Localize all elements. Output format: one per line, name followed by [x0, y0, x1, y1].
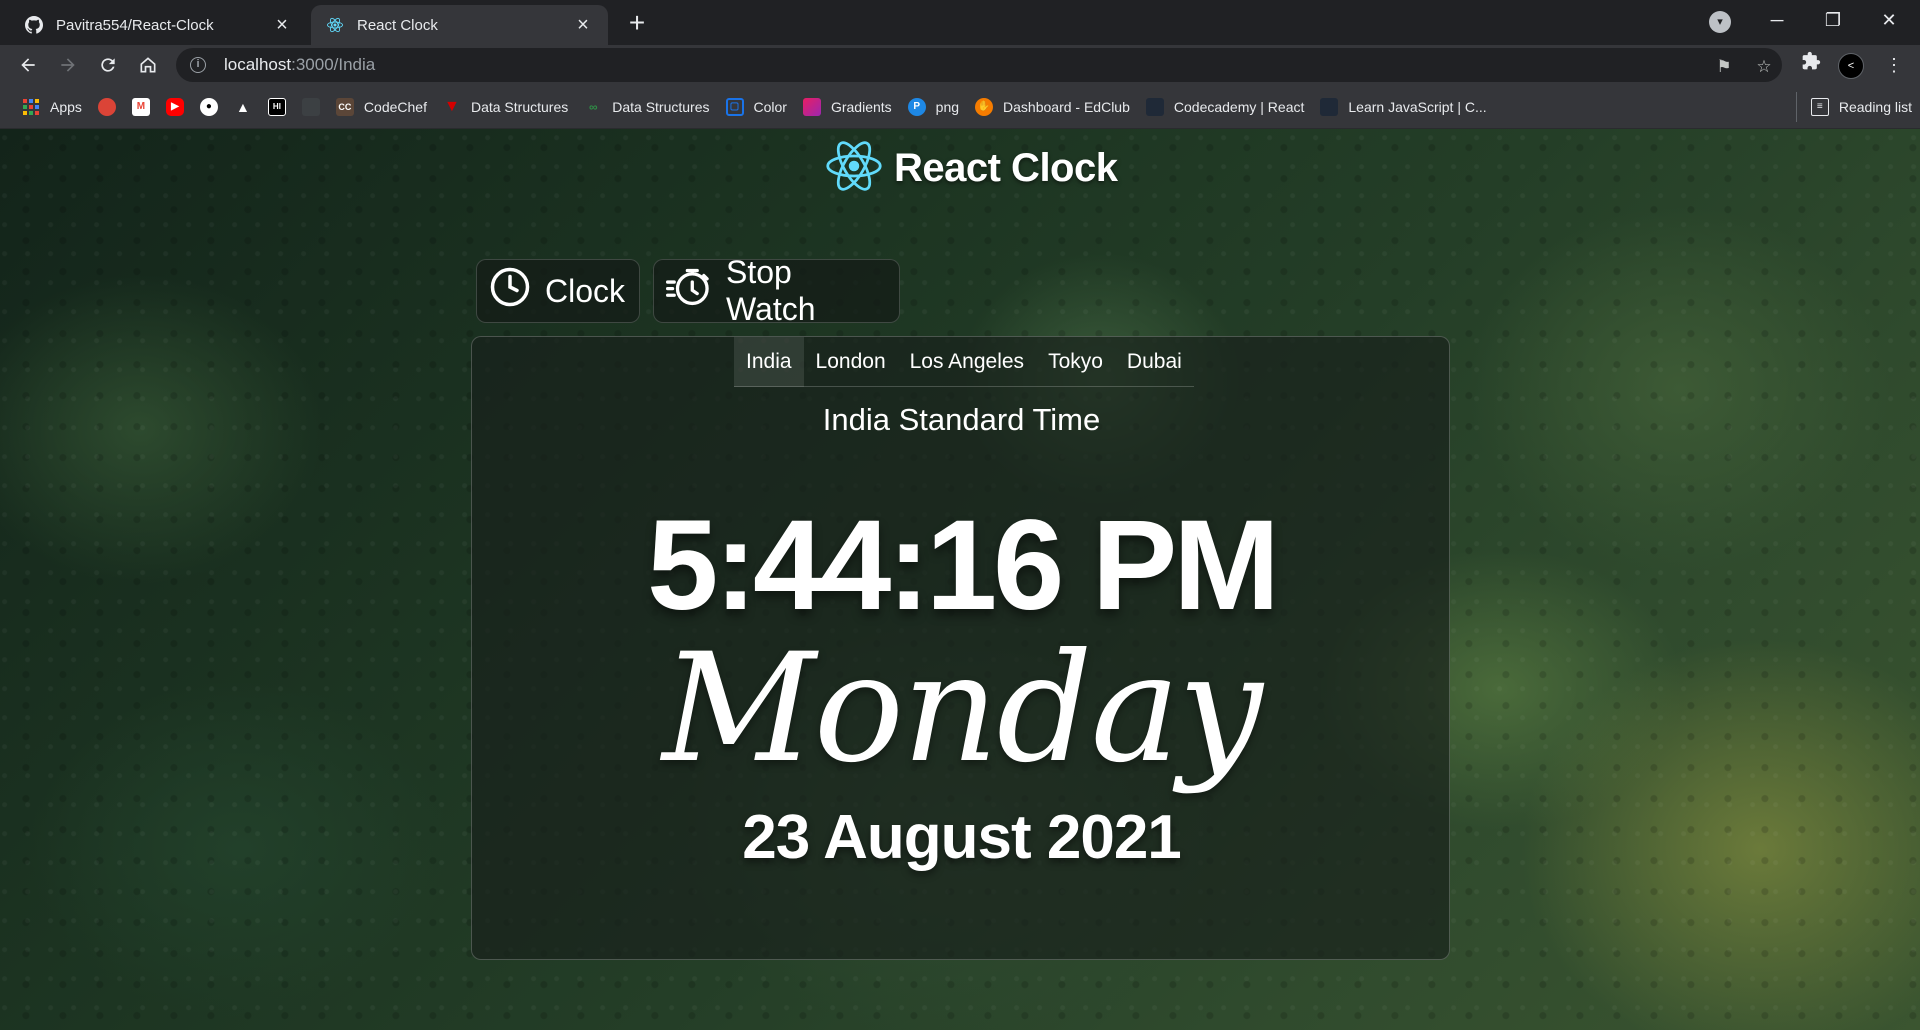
bookmark-label: Learn JavaScript | C... — [1348, 98, 1487, 115]
data-structures-red-icon: ▼ — [444, 97, 460, 115]
chrome-app-icon — [97, 97, 116, 116]
gmail-icon: M — [131, 97, 150, 116]
tab-london[interactable]: London — [804, 337, 898, 387]
url-path: :3000/India — [291, 55, 376, 74]
close-tab-icon[interactable]: × — [271, 14, 293, 36]
bookmark-label: Data Structures — [612, 98, 710, 115]
bookmark-gmail[interactable]: M — [124, 92, 158, 122]
forward-icon[interactable] — [52, 49, 84, 81]
tab-search-icon[interactable]: ▾ — [1709, 11, 1731, 33]
new-tab-button[interactable]: + — [622, 9, 652, 39]
stopwatch-mode-label: Stop Watch — [726, 254, 816, 327]
close-window-icon[interactable]: ✕ — [1861, 0, 1917, 40]
close-tab-icon[interactable]: × — [572, 14, 594, 36]
browser-menu-icon[interactable]: ⋮ — [1880, 51, 1908, 79]
bookmark-youtube[interactable]: ▶ — [158, 92, 192, 122]
bookmark-apps[interactable]: Apps — [14, 92, 90, 122]
react-icon — [325, 15, 345, 35]
github-icon — [24, 15, 44, 35]
address-bar[interactable]: i localhost:3000/India ⚑ ☆ — [176, 48, 1782, 82]
bookmark-star-icon[interactable]: ☆ — [1753, 56, 1775, 78]
app-header: React Clock — [824, 136, 1118, 201]
app-title: React Clock — [894, 145, 1118, 190]
current-date: 23 August 2021 — [742, 803, 1182, 872]
extensions-icon[interactable] — [1797, 51, 1825, 79]
home-icon[interactable] — [132, 49, 164, 81]
data-structures-green-icon: ∞ — [588, 99, 598, 114]
bookmark-blank[interactable] — [294, 92, 328, 122]
bookmark-png[interactable]: P png — [900, 92, 967, 122]
tab-title: React Clock — [357, 16, 438, 34]
restore-icon[interactable]: ❐ — [1805, 0, 1861, 40]
hackerrank-icon: HI — [267, 97, 286, 116]
bookmark-hackerrank[interactable]: HI — [260, 92, 294, 122]
current-day: Monday — [662, 622, 1263, 796]
bookmark-codecademy-react[interactable]: Codecademy | React — [1138, 92, 1312, 122]
back-icon[interactable] — [12, 49, 44, 81]
github-icon: ● — [199, 97, 218, 116]
color-icon: ▢ — [725, 97, 744, 116]
reload-icon[interactable] — [92, 49, 124, 81]
site-info-icon[interactable]: i — [190, 57, 206, 73]
bookmark-label: Gradients — [830, 98, 892, 115]
browser-tab-github[interactable]: Pavitra554/React-Clock × — [10, 5, 307, 45]
bookmark-label: Color — [753, 98, 787, 115]
codecademy-icon — [1145, 97, 1164, 116]
browser-tab-strip: Pavitra554/React-Clock × React Clock × +… — [0, 0, 1920, 45]
codecademy-icon — [1320, 97, 1339, 116]
bookmark-label: Data Structures — [470, 98, 569, 115]
clock-mode-button[interactable]: Clock — [476, 259, 640, 323]
react-logo-icon — [824, 136, 884, 201]
translate-icon[interactable]: ⚑ — [1713, 56, 1735, 78]
tab-tokyo[interactable]: Tokyo — [1036, 337, 1115, 387]
minimize-icon[interactable]: ─ — [1749, 0, 1805, 40]
reading-list-icon: ≡ — [1810, 97, 1829, 116]
bookmark-learn-javascript[interactable]: Learn JavaScript | C... — [1312, 92, 1494, 122]
bookmark-color[interactable]: ▢ Color — [718, 92, 795, 122]
bookmark-label: png — [935, 98, 960, 115]
clock-icon — [489, 266, 531, 316]
png-icon: P — [907, 97, 926, 116]
bookmark-github[interactable]: ● — [192, 92, 226, 122]
page-viewport: React Clock Clock Stop Watch India Londo… — [0, 129, 1920, 1030]
bookmarks-bar: Apps M ▶ ● ▲ HI CC CodeChef ▼ Data Struc… — [0, 85, 1920, 129]
bookmark-label: Dashboard - EdClub — [1003, 98, 1130, 115]
browser-tab-react-clock[interactable]: React Clock × — [311, 5, 608, 45]
url-host: localhost — [224, 55, 292, 74]
bookmark-drive[interactable]: ▲ — [226, 92, 260, 122]
stopwatch-mode-button[interactable]: Stop Watch — [653, 254, 900, 327]
bookmark-chrome-app[interactable] — [90, 92, 124, 122]
bookmark-data-structures-2[interactable]: ∞ Data Structures — [576, 92, 717, 122]
bookmark-label: Codecademy | React — [1173, 98, 1305, 115]
gradients-icon — [802, 97, 821, 116]
tab-india[interactable]: India — [734, 337, 804, 387]
codechef-icon: CC — [335, 97, 354, 116]
edclub-icon: ✋ — [975, 97, 994, 116]
bookmark-edclub[interactable]: ✋ Dashboard - EdClub — [967, 92, 1138, 122]
tab-title: Pavitra554/React-Clock — [56, 16, 214, 34]
drive-icon: ▲ — [235, 98, 250, 115]
bookmark-label: CodeChef — [363, 98, 427, 115]
clock-panel: India London Los Angeles Tokyo Dubai Ind… — [471, 336, 1450, 960]
clock-mode-label: Clock — [545, 272, 626, 309]
bookmark-data-structures-1[interactable]: ▼ Data Structures — [435, 92, 576, 122]
timezone-name: India Standard Time — [822, 402, 1101, 437]
reading-list-button[interactable]: ≡ Reading list — [1795, 91, 1920, 122]
bookmark-gradients[interactable]: Gradients — [795, 92, 900, 122]
browser-toolbar: i localhost:3000/India ⚑ ☆ < ⋮ — [0, 45, 1920, 85]
current-time: 5:44:16 PM — [647, 494, 1280, 637]
tab-dubai[interactable]: Dubai — [1115, 337, 1194, 387]
youtube-icon: ▶ — [165, 97, 184, 116]
stopwatch-icon — [666, 266, 712, 316]
bookmark-codechef[interactable]: CC CodeChef — [328, 92, 435, 122]
profile-avatar[interactable]: < — [1838, 53, 1864, 79]
reading-list-label: Reading list — [1838, 98, 1912, 115]
bookmark-label: Apps — [50, 98, 82, 115]
blank-bookmark-icon — [301, 97, 320, 116]
tab-los-angeles[interactable]: Los Angeles — [898, 337, 1036, 387]
apps-grid-icon — [22, 98, 40, 116]
city-tabs: India London Los Angeles Tokyo Dubai — [734, 337, 1194, 387]
